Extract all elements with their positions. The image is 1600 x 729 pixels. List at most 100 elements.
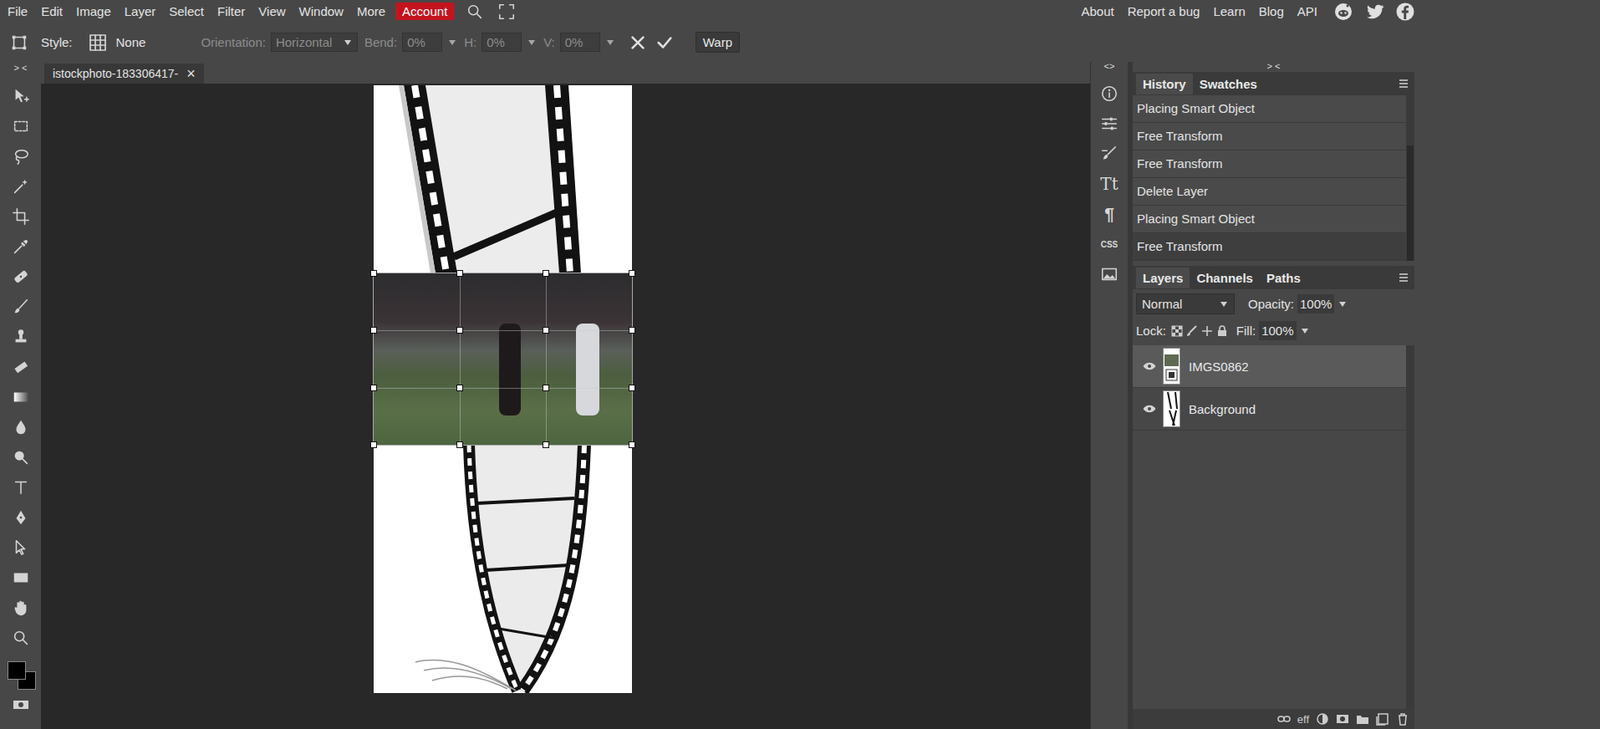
transform-handle[interactable]: [628, 270, 636, 277]
menu-item[interactable]: Window: [292, 2, 351, 21]
eraser-tool-icon[interactable]: [11, 357, 31, 377]
menu-item[interactable]: Filter: [210, 2, 252, 21]
hand-tool-icon[interactable]: [11, 598, 31, 617]
menu-item[interactable]: Image: [69, 2, 118, 21]
blend-mode-select[interactable]: Normal: [1136, 293, 1235, 315]
side-icon-slot[interactable]: [1090, 138, 1128, 169]
panel-menu-icon[interactable]: [1397, 77, 1410, 90]
type-tool-icon[interactable]: [11, 478, 31, 497]
transform-handle[interactable]: [542, 384, 550, 392]
adjustment-layer-icon[interactable]: [1315, 712, 1330, 726]
layer-row[interactable]: IMGS0862: [1132, 345, 1407, 388]
history-scrollbar[interactable]: [1406, 95, 1415, 261]
side-icon-slot[interactable]: Tt: [1090, 168, 1128, 199]
transform-handle[interactable]: [542, 270, 550, 277]
image-panel-icon[interactable]: [1100, 264, 1119, 284]
character-panel-icon[interactable]: Tt: [1100, 173, 1118, 194]
transform-handle[interactable]: [456, 326, 464, 334]
zoom-tool-icon[interactable]: [11, 628, 31, 648]
side-icon-slot[interactable]: [1090, 78, 1128, 109]
paragraph-panel-icon[interactable]: ¶: [1104, 203, 1115, 225]
lock-transparency-icon[interactable]: [1171, 325, 1183, 337]
transform-handle[interactable]: [628, 326, 636, 334]
transform-handle[interactable]: [456, 384, 464, 392]
grid-style-icon[interactable]: [87, 32, 108, 53]
adjustments-icon[interactable]: [1100, 114, 1119, 133]
panel-tab[interactable]: Channels: [1189, 267, 1260, 289]
transform-handle[interactable]: [370, 326, 378, 334]
panel-tab[interactable]: Paths: [1259, 267, 1308, 289]
fill-field[interactable]: 100%: [1258, 321, 1296, 341]
document-tab[interactable]: istockphoto-183306417-×: [44, 63, 204, 84]
fullscreen-icon[interactable]: [497, 2, 516, 21]
panel-menu-icon[interactable]: [1397, 271, 1410, 284]
foreground-color-swatch[interactable]: [7, 661, 26, 680]
magic-wand-tool-icon[interactable]: [11, 177, 31, 196]
percent-field[interactable]: 0%: [481, 32, 522, 52]
side-icon-slot[interactable]: [1090, 259, 1128, 290]
layer-effects-button[interactable]: eff: [1297, 713, 1310, 726]
menu-item[interactable]: Layer: [117, 2, 164, 21]
history-item[interactable]: Free Transform: [1132, 233, 1407, 261]
dropdown-caret-icon[interactable]: [605, 37, 616, 48]
rectangle-tool-icon[interactable]: [11, 568, 31, 587]
side-bar-collapse[interactable]: <>: [1104, 61, 1116, 72]
lock-all-icon[interactable]: [1216, 325, 1229, 337]
layer-mask-icon[interactable]: [1335, 712, 1350, 726]
lock-position-icon[interactable]: [1201, 325, 1213, 337]
panel-tab[interactable]: History: [1136, 73, 1193, 95]
menu-item[interactable]: View: [251, 2, 292, 21]
dropdown-caret-icon[interactable]: [1337, 299, 1348, 310]
crop-tool-icon[interactable]: [11, 207, 31, 226]
lock-pixels-icon[interactable]: [1186, 325, 1198, 337]
blur-tool-icon[interactable]: [11, 417, 31, 437]
healing-brush-tool-icon[interactable]: [11, 267, 31, 286]
facebook-icon[interactable]: [1394, 1, 1417, 22]
transform-handle[interactable]: [456, 270, 464, 277]
info-icon[interactable]: [1100, 84, 1119, 103]
top-link[interactable]: API: [1290, 2, 1325, 21]
cancel-icon[interactable]: [628, 33, 648, 52]
dropdown-caret-icon[interactable]: [342, 37, 353, 48]
gradient-tool-icon[interactable]: [11, 387, 31, 407]
transform-handle[interactable]: [370, 384, 378, 392]
css-panel-icon[interactable]: CSS: [1100, 239, 1119, 250]
history-item[interactable]: Placing Smart Object: [1132, 95, 1407, 123]
orientation-select[interactable]: Horizontal: [270, 32, 358, 52]
pen-tool-icon[interactable]: [11, 508, 31, 527]
twitter-icon[interactable]: [1364, 1, 1386, 22]
placed-photo[interactable]: [373, 273, 632, 445]
side-icon-slot[interactable]: ¶: [1090, 198, 1128, 230]
history-item[interactable]: Placing Smart Object: [1132, 205, 1407, 234]
dropdown-caret-icon[interactable]: [1299, 326, 1310, 337]
lasso-tool-icon[interactable]: [11, 147, 31, 166]
link-layers-icon[interactable]: [1277, 712, 1291, 726]
menu-item[interactable]: Edit: [34, 2, 70, 21]
commit-icon[interactable]: [655, 33, 674, 52]
transform-handle[interactable]: [370, 270, 378, 277]
warp-button[interactable]: Warp: [695, 31, 740, 53]
percent-field[interactable]: 0%: [402, 32, 443, 52]
delete-layer-icon[interactable]: [1396, 712, 1410, 726]
transform-handle[interactable]: [628, 384, 636, 392]
history-item[interactable]: Free Transform: [1132, 122, 1407, 151]
clone-stamp-tool-icon[interactable]: [11, 327, 31, 347]
search-icon[interactable]: [465, 2, 485, 21]
new-group-icon[interactable]: [1355, 712, 1370, 726]
menu-item[interactable]: More: [350, 2, 393, 21]
transform-handle[interactable]: [542, 441, 550, 449]
menu-item[interactable]: Account: [395, 2, 454, 21]
transform-handle[interactable]: [628, 441, 636, 449]
color-swatches[interactable]: [5, 659, 36, 690]
dropdown-caret-icon[interactable]: [1218, 299, 1229, 310]
panel-tab[interactable]: Layers: [1136, 267, 1190, 289]
visibility-eye-icon[interactable]: [1142, 402, 1157, 416]
reddit-icon[interactable]: [1332, 1, 1355, 22]
opacity-field[interactable]: 100%: [1297, 294, 1335, 314]
top-link[interactable]: Learn: [1206, 2, 1252, 21]
history-item[interactable]: Free Transform: [1132, 150, 1407, 179]
top-link[interactable]: About: [1074, 2, 1121, 21]
side-icon-slot[interactable]: CSS: [1090, 229, 1128, 260]
eyedropper-tool-icon[interactable]: [11, 237, 31, 256]
top-link[interactable]: Blog: [1252, 2, 1291, 21]
